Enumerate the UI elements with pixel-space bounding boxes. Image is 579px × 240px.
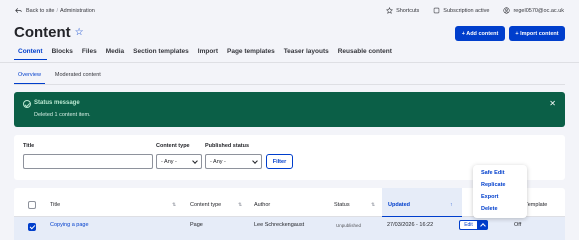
content-type-value: - Any - — [161, 158, 177, 165]
menu-item-replicate[interactable]: Replicate — [481, 182, 505, 188]
published-status-select[interactable]: - Any - — [205, 154, 262, 169]
import-content-button[interactable]: + Import content — [509, 26, 565, 41]
row-status: Unpublished — [336, 223, 362, 228]
status-title: Status message — [34, 100, 80, 106]
back-to-site-link[interactable]: Back to site — [15, 7, 54, 14]
chevron-down-icon — [252, 158, 258, 164]
star-outline-icon — [386, 7, 394, 14]
tab-overview[interactable]: Overview — [14, 72, 45, 84]
tab-moderated-content[interactable]: Moderated content — [51, 72, 105, 84]
status-message: Status message Deleted 1 content item. ✕ — [14, 92, 565, 127]
tab-media[interactable]: Media — [102, 47, 128, 60]
secondary-tabs-divider — [14, 84, 565, 85]
column-template: Template — [525, 202, 548, 208]
user-email: regel0570@oc.ac.uk — [513, 7, 564, 14]
sort-ascending-icon[interactable]: ↑ — [450, 202, 453, 208]
primary-tabs: Content Blocks Files Media Section templ… — [14, 47, 397, 60]
tab-section-templates[interactable]: Section templates — [129, 47, 193, 60]
check-circle-icon — [23, 100, 31, 108]
edit-dropdown-menu: Safe Edit Replicate Export Delete — [473, 165, 527, 218]
tab-blocks[interactable]: Blocks — [48, 47, 77, 60]
title-filter-input[interactable] — [23, 154, 153, 169]
add-content-button[interactable]: + Add content — [455, 26, 505, 41]
column-title[interactable]: Title — [50, 202, 60, 208]
published-status-label: Published status — [205, 143, 250, 149]
subscription-link[interactable]: Subscription active — [433, 7, 489, 14]
breadcrumb-separator: / — [56, 7, 58, 14]
back-arrow-icon — [15, 8, 22, 13]
menu-item-delete[interactable]: Delete — [481, 206, 498, 212]
close-icon[interactable]: ✕ — [549, 99, 556, 108]
column-status[interactable]: Status — [334, 202, 350, 208]
tab-page-templates[interactable]: Page templates — [223, 47, 279, 60]
tab-content[interactable]: Content — [14, 47, 47, 60]
filter-button[interactable]: Filter — [266, 154, 293, 169]
row-updated: 27/03/2026 - 16:22 — [387, 222, 434, 228]
edit-dropdown-toggle[interactable] — [478, 220, 488, 230]
tab-files[interactable]: Files — [78, 47, 101, 60]
tabs-divider — [0, 62, 579, 63]
chevron-down-icon — [192, 158, 198, 164]
row-title-link[interactable]: Copying a page — [50, 222, 89, 228]
column-author[interactable]: Author — [254, 202, 270, 208]
title-filter-label: Title — [23, 143, 35, 149]
page-title-text: Content — [14, 24, 71, 41]
row-author: Lee Schreckengaust — [254, 222, 305, 228]
content-type-label: Content type — [156, 143, 190, 149]
page-title: Content ☆ — [14, 24, 84, 41]
menu-item-export[interactable]: Export — [481, 194, 498, 200]
subscription-icon — [434, 7, 440, 14]
column-content-type[interactable]: Content type — [190, 202, 221, 208]
sort-icon[interactable]: ⇅ — [238, 202, 242, 208]
subscription-label: Subscription active — [443, 7, 490, 14]
user-icon — [503, 7, 511, 14]
breadcrumb-administration[interactable]: Administration — [60, 8, 95, 14]
row-checkbox[interactable] — [28, 223, 36, 231]
status-text: Deleted 1 content item. — [34, 112, 91, 118]
column-updated[interactable]: Updated — [388, 202, 410, 208]
edit-button[interactable]: Edit — [459, 220, 478, 230]
tab-reusable-content[interactable]: Reusable content — [334, 47, 396, 60]
favorite-star-icon[interactable]: ☆ — [75, 27, 84, 38]
tab-teaser-layouts[interactable]: Teaser layouts — [280, 47, 333, 60]
tab-import[interactable]: Import — [194, 47, 222, 60]
published-status-value: - Any - — [210, 158, 226, 165]
row-template: Off — [514, 222, 522, 228]
sort-icon[interactable]: ⇅ — [172, 202, 176, 208]
sort-icon[interactable]: ⇅ — [371, 202, 375, 208]
user-menu[interactable]: regel0570@oc.ac.uk — [503, 7, 564, 14]
shortcuts-label: Shortcuts — [396, 7, 420, 14]
select-all-checkbox[interactable] — [28, 201, 36, 209]
content-type-select[interactable]: - Any - — [156, 154, 202, 169]
menu-item-safe-edit[interactable]: Safe Edit — [481, 170, 505, 176]
secondary-tabs: Overview Moderated content — [14, 72, 111, 84]
edit-button-group: Edit — [459, 220, 488, 230]
shortcuts-link[interactable]: Shortcuts — [386, 7, 419, 14]
row-content-type: Page — [190, 222, 203, 228]
admin-toolbar: Back to site / Administration Shortcuts … — [0, 0, 579, 21]
back-to-site-label: Back to site — [26, 7, 55, 14]
